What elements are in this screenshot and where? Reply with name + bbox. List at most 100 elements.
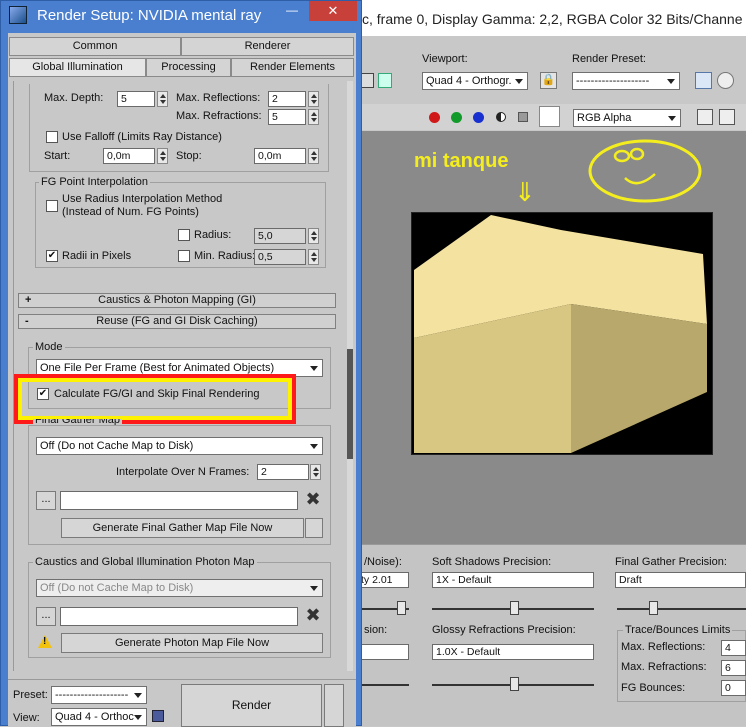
- stop-field[interactable]: 0,0m: [254, 148, 306, 164]
- max-depth-field[interactable]: 5: [117, 91, 155, 107]
- smiley-drawing: [588, 139, 702, 203]
- interp-frames-field[interactable]: 2: [257, 464, 309, 480]
- copy-icon[interactable]: [360, 73, 374, 88]
- sion-slider-track[interactable]: [357, 684, 409, 686]
- frame-titlebar: c, frame 0, Display Gamma: 2,2, RGBA Col…: [357, 0, 746, 36]
- use-falloff-checkbox[interactable]: [46, 131, 58, 143]
- fg-precision-field[interactable]: Draft: [615, 572, 746, 588]
- radius-spinner[interactable]: [308, 228, 319, 244]
- channel-dropdown[interactable]: RGB Alpha: [573, 109, 681, 127]
- photon-clear-icon[interactable]: ✖: [303, 606, 323, 626]
- fgmap-path-field[interactable]: [60, 491, 298, 510]
- scrollbar-thumb[interactable]: [347, 349, 353, 459]
- max-refractions-spinner[interactable]: [308, 109, 319, 125]
- fgmap-title: Final Gather Map: [33, 419, 122, 425]
- tab-renderer[interactable]: Renderer: [181, 37, 354, 56]
- min-radius-checkbox[interactable]: [178, 250, 190, 262]
- view-dropdown[interactable]: Quad 4 - Orthoc: [51, 708, 147, 726]
- interp-frames-spinner[interactable]: [310, 464, 321, 480]
- preset-dropdown[interactable]: --------------------: [51, 686, 147, 704]
- start-label: Start:: [44, 150, 71, 162]
- trace-refr-field[interactable]: 6: [721, 660, 746, 676]
- minimize-button[interactable]: —: [279, 1, 305, 21]
- soft-shadows-slider-thumb[interactable]: [510, 601, 519, 615]
- min-radius-spinner[interactable]: [308, 249, 319, 265]
- render-setup-icon[interactable]: [695, 72, 712, 89]
- trace-bounces-title: Trace/Bounces Limits: [623, 624, 733, 636]
- reuse-rollout[interactable]: - Reuse (FG and GI Disk Caching): [18, 314, 336, 329]
- max-reflections-spinner[interactable]: [308, 91, 319, 107]
- render-button[interactable]: Render: [181, 684, 322, 727]
- view-lock-icon[interactable]: [152, 710, 164, 722]
- radius-field[interactable]: 5,0: [254, 228, 306, 244]
- glossy-field[interactable]: 1.0X - Default: [432, 644, 594, 660]
- swatch[interactable]: [539, 106, 560, 127]
- start-spinner[interactable]: [157, 148, 168, 164]
- monochrome-icon[interactable]: [518, 112, 528, 122]
- generate-photon-button[interactable]: Generate Photon Map File Now: [61, 633, 323, 653]
- soft-shadows-field[interactable]: 1X - Default: [432, 572, 594, 588]
- photon-path-field[interactable]: [60, 607, 298, 626]
- frame-toolbar-icon-b[interactable]: [719, 109, 735, 125]
- red-channel-icon[interactable]: [429, 112, 440, 123]
- stop-spinner[interactable]: [308, 148, 319, 164]
- generate-fgmap-button[interactable]: Generate Final Gather Map File Now: [61, 518, 304, 538]
- photon-dropdown[interactable]: Off (Do not Cache Map to Disk): [36, 579, 323, 597]
- render-preset-dropdown[interactable]: --------------------: [572, 72, 680, 90]
- radii-pixels-checkbox[interactable]: ✔: [46, 250, 58, 262]
- close-button[interactable]: ✕: [309, 1, 357, 21]
- noise-field[interactable]: ty 2.01: [357, 572, 409, 588]
- tab-processing[interactable]: Processing: [146, 58, 231, 77]
- interp-title: FG Point Interpolation: [39, 176, 151, 188]
- interp-frames-label: Interpolate Over N Frames:: [116, 466, 250, 478]
- sion-label: sion:: [364, 624, 388, 636]
- alpha-icon[interactable]: [496, 112, 506, 122]
- radius-checkbox[interactable]: [178, 229, 190, 241]
- viewport-dropdown[interactable]: Quad 4 - Orthogr.: [422, 72, 528, 90]
- tab-common[interactable]: Common: [9, 37, 181, 56]
- green-channel-icon[interactable]: [451, 112, 462, 123]
- radius-method-label-1: Use Radius Interpolation Method: [62, 193, 223, 205]
- max-depth-spinner[interactable]: [157, 91, 168, 107]
- fg-precision-label: Final Gather Precision:: [615, 556, 727, 568]
- annotation-arrow: ⇓: [514, 178, 536, 208]
- tab-render-elements[interactable]: Render Elements: [231, 58, 354, 77]
- fgmap-browse-button[interactable]: ...: [36, 491, 56, 510]
- fgmap-clear-icon[interactable]: ✖: [303, 490, 323, 510]
- frame-toolbar-icon-a[interactable]: [697, 109, 713, 125]
- render-teapot-icon[interactable]: [717, 72, 734, 89]
- fg-bounces-field[interactable]: 0: [721, 680, 746, 696]
- preset-label: Preset:: [13, 689, 48, 701]
- caustics-rollout[interactable]: + Caustics & Photon Mapping (GI): [18, 293, 336, 308]
- sion-field[interactable]: [357, 644, 409, 660]
- calc-fg-checkbox[interactable]: ✔: [37, 388, 49, 400]
- blue-channel-icon[interactable]: [473, 112, 484, 123]
- max-depth-label: Max. Depth:: [44, 92, 104, 104]
- glossy-slider-thumb[interactable]: [510, 677, 519, 691]
- frame-title: c, frame 0, Display Gamma: 2,2, RGBA Col…: [362, 11, 743, 27]
- min-radius-label: Min. Radius:: [194, 250, 256, 262]
- fg-precision-slider-thumb[interactable]: [649, 601, 658, 615]
- max-refractions-field[interactable]: 5: [268, 109, 306, 125]
- mode-title: Mode: [33, 341, 65, 353]
- fgmap-dropdown[interactable]: Off (Do not Cache Map to Disk): [36, 437, 323, 455]
- max-reflections-field[interactable]: 2: [268, 91, 306, 107]
- lock-icon[interactable]: 🔒: [540, 72, 557, 89]
- fg-bounces-label: FG Bounces:: [621, 682, 686, 694]
- radius-method-checkbox[interactable]: [46, 200, 58, 212]
- generate-fgmap-dropdown[interactable]: [305, 518, 323, 538]
- use-falloff-label: Use Falloff (Limits Ray Distance): [62, 131, 222, 143]
- trace-refl-field[interactable]: 4: [721, 640, 746, 656]
- start-field[interactable]: 0,0m: [103, 148, 155, 164]
- photon-title: Caustics and Global Illumination Photon …: [33, 556, 257, 568]
- noise-label: /Noise):: [364, 556, 402, 568]
- view-label: View:: [13, 712, 40, 724]
- cube-render: [414, 215, 707, 453]
- noise-slider-thumb[interactable]: [397, 601, 406, 615]
- min-radius-field[interactable]: 0,5: [254, 249, 306, 265]
- photon-browse-button[interactable]: ...: [36, 607, 56, 626]
- tab-global-illumination[interactable]: Global Illumination: [9, 58, 146, 77]
- clone-icon[interactable]: [378, 73, 392, 88]
- fg-precision-slider-track[interactable]: [617, 608, 746, 610]
- render-dropdown[interactable]: [324, 684, 344, 727]
